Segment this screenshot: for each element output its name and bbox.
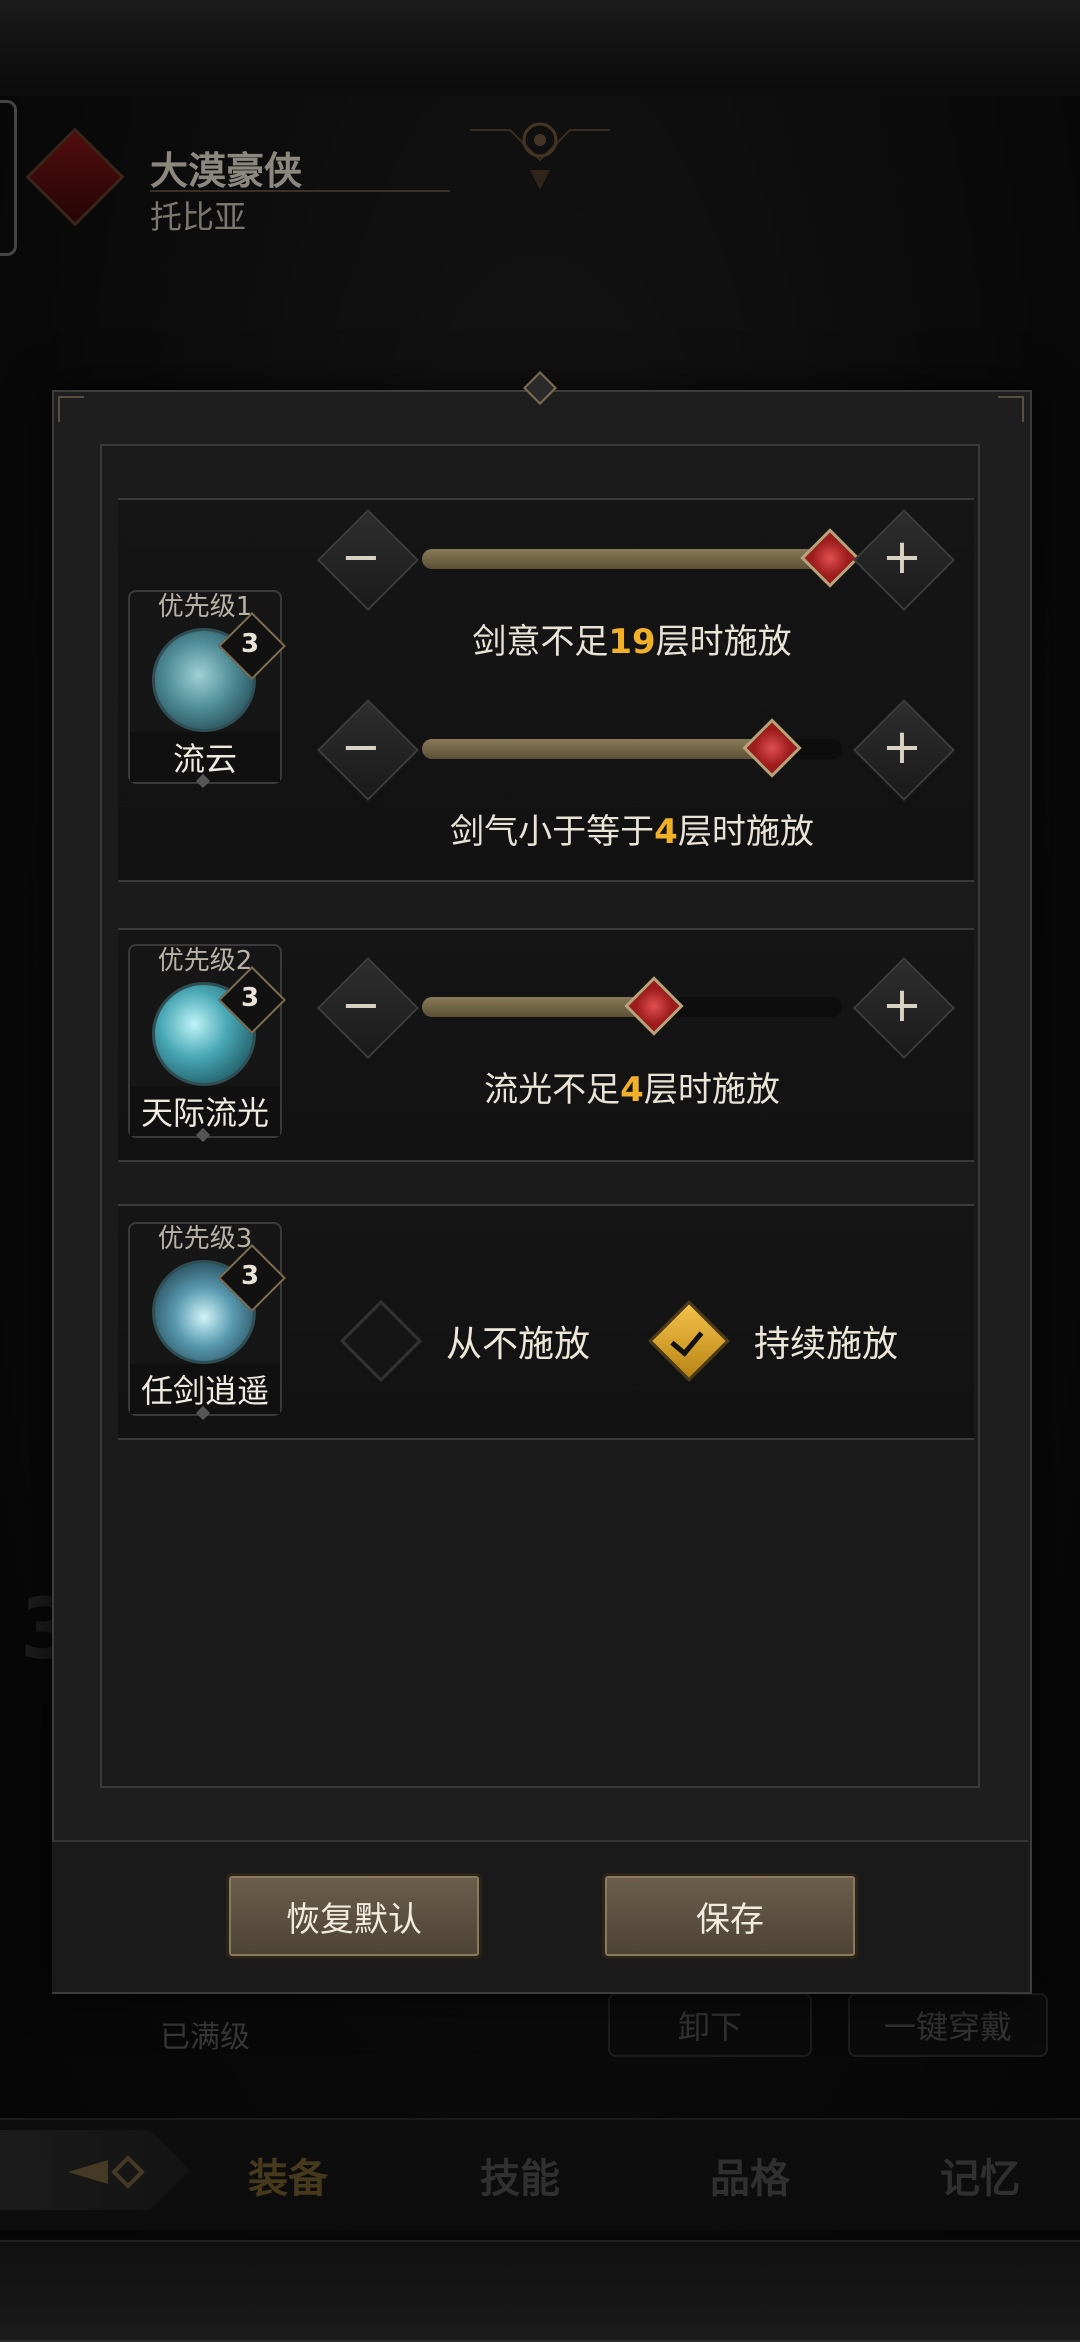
condition-prefix: 流光不足 [484,1070,621,1110]
plus-icon: + [881,977,923,1033]
dialog-corner [998,396,1024,422]
option-label: 持续施放 [754,1324,899,1365]
skill-level-value: 3 [240,983,260,1013]
condition-prefix: 剑气小于等于 [450,812,655,852]
condition-slider-1b[interactable] [422,718,842,778]
condition-suffix: 层时施放 [643,1070,780,1110]
condition-slider-1a[interactable] [422,528,860,588]
condition-text: 剑意不足19层时施放 [412,614,852,663]
skill-name: 流云 [130,732,280,782]
option-always-cast[interactable]: 持续施放 [647,1299,899,1383]
plus-icon: + [881,529,923,585]
skill-name: 任剑逍遥 [130,1364,280,1414]
condition-number: 4 [620,1070,644,1110]
skill-level-value: 3 [240,629,260,659]
dialog-corner [58,396,84,422]
condition-suffix: 层时施放 [655,622,792,662]
save-button[interactable]: 保存 [602,1873,858,1959]
dialog-footer [52,1840,1028,1992]
condition-number: 4 [654,812,678,852]
skill-level-value: 3 [240,1261,260,1291]
check-icon [670,1322,704,1357]
skill-block-2: 优先级2 3 天际流光 [128,944,286,1143]
option-label: 从不施放 [446,1324,591,1365]
condition-suffix: 层时施放 [677,812,814,852]
condition-text: 剑气小于等于4层时施放 [412,804,852,853]
minus-icon: − [340,529,382,585]
condition-slider-2[interactable] [422,976,842,1036]
diamond-checkbox-icon [339,1299,423,1383]
skill-block-1: 优先级1 3 流云 [128,590,286,789]
diamond-checkbox-checked-icon [647,1299,731,1383]
slider-fill [422,739,771,759]
minus-icon: − [340,719,382,775]
condition-prefix: 剑意不足 [472,622,609,662]
skill-block-3: 优先级3 3 任剑逍遥 [128,1222,286,1421]
option-never-cast[interactable]: 从不施放 [339,1299,591,1383]
slider-fill [422,997,653,1017]
slider-fill [422,549,829,569]
minus-icon: − [340,977,382,1033]
plus-icon: + [881,719,923,775]
condition-number: 19 [608,622,656,662]
condition-text: 流光不足4层时施放 [412,1062,852,1111]
restore-default-button[interactable]: 恢复默认 [226,1873,482,1959]
skill-name: 天际流光 [130,1086,280,1136]
